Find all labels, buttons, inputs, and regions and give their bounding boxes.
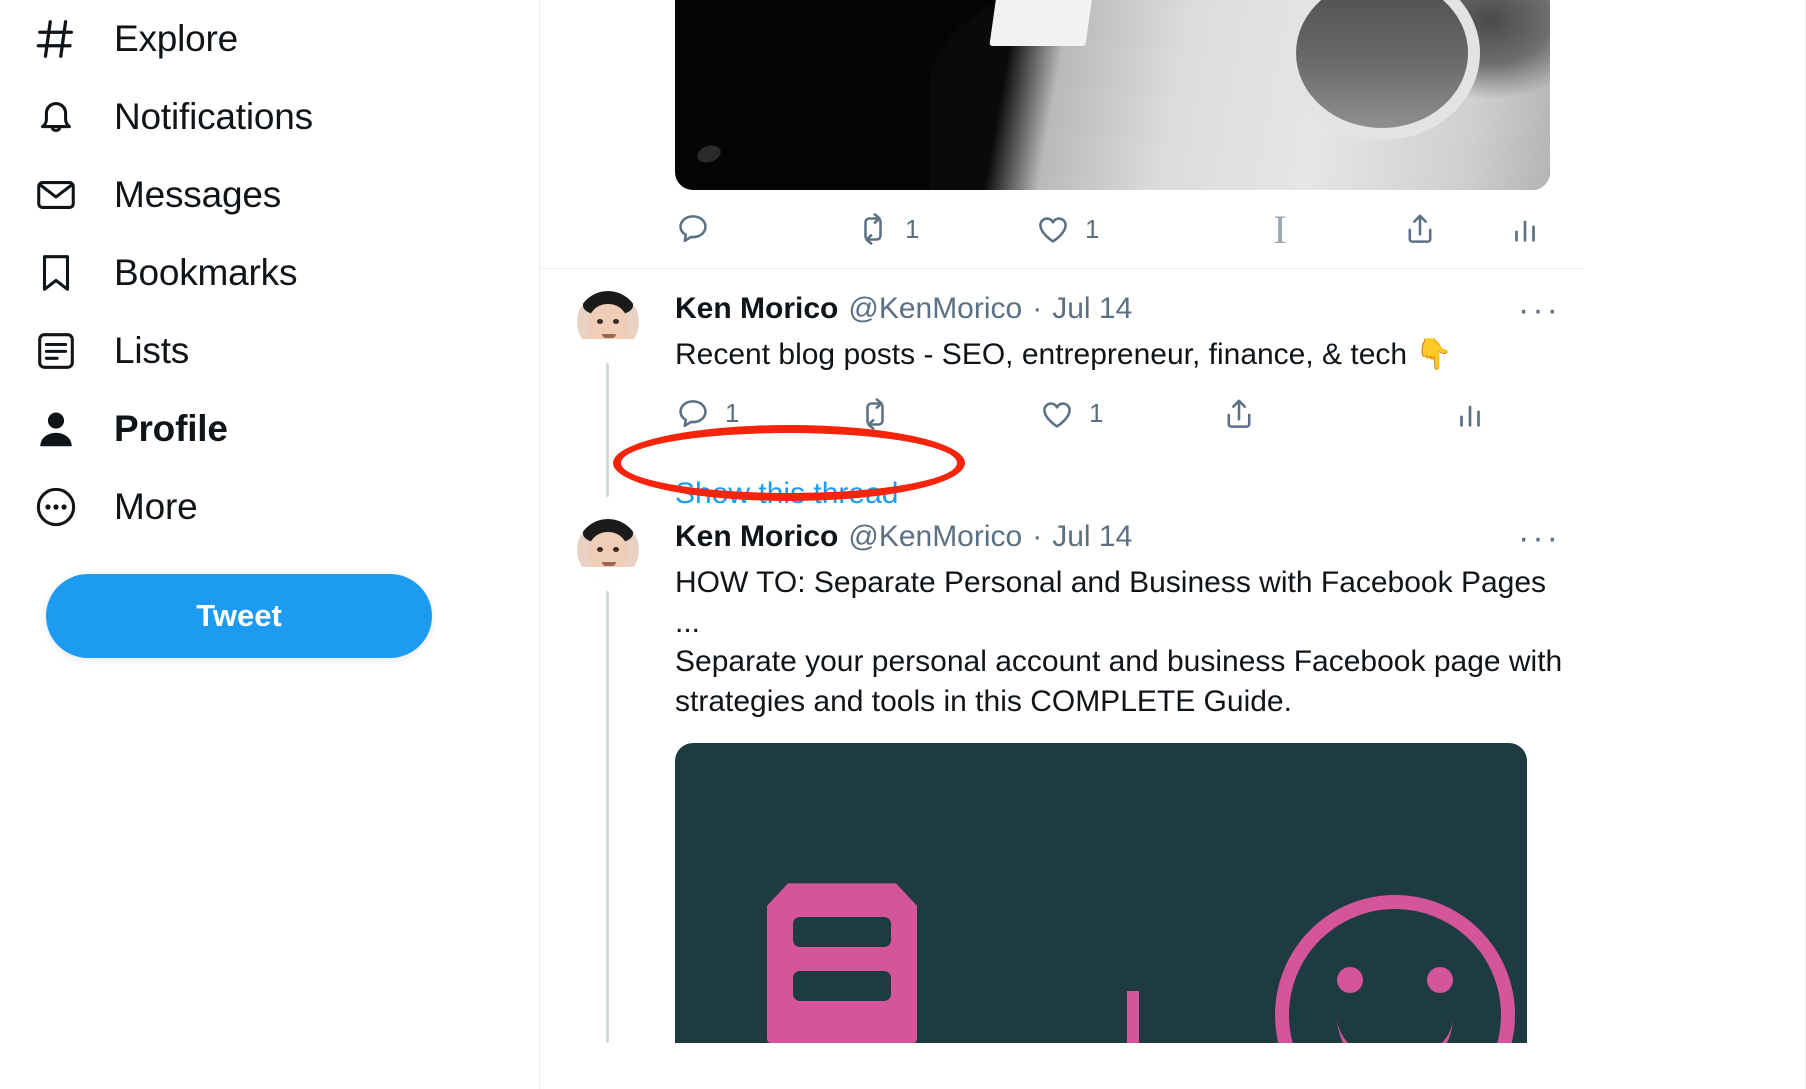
card-smiley-icon [1275, 895, 1515, 1044]
tweet-actions-partial: 1 1 I [675, 190, 1550, 268]
sidebar-item-label: Lists [114, 330, 190, 371]
person-icon [30, 403, 82, 455]
header-separator: · [1032, 292, 1043, 325]
like-count: 1 [1089, 398, 1104, 429]
hashtag-icon [30, 13, 82, 65]
sidebar-item-label: Explore [114, 18, 239, 59]
timeline-column: 1 1 I ··· Ken Morico @KenMorico · Jul 14… [540, 0, 1806, 1089]
reply-count: 1 [725, 398, 740, 429]
sidebar-item-notifications[interactable]: Notifications [30, 78, 539, 156]
photo-tag [989, 0, 1093, 46]
list-icon [30, 325, 82, 377]
card-document-icon [767, 883, 917, 1044]
envelope-icon [30, 169, 82, 221]
reply-action[interactable]: 1 [675, 396, 857, 432]
tweet-row[interactable]: ··· Ken Morico @KenMorico · Jul 14 HOW T… [540, 497, 1583, 1044]
tweet-button[interactable]: Tweet [46, 574, 432, 658]
ellipsis-circle-icon [30, 481, 82, 533]
tweet-text-line-3: Separate your personal account and busin… [675, 645, 1563, 679]
sidebar-item-lists[interactable]: Lists [30, 312, 539, 390]
sidebar-item-explore[interactable]: Explore [30, 0, 539, 78]
primary-sidebar: Explore Notifications Messages Bookmarks… [0, 0, 540, 1089]
tweet-more-button[interactable]: ··· [1518, 293, 1561, 327]
avatar[interactable] [576, 291, 639, 353]
tweet-date[interactable]: Jul 14 [1052, 291, 1132, 327]
photo-dot [695, 142, 723, 166]
sidebar-item-label: More [114, 486, 198, 527]
tweet-card-image[interactable] [675, 743, 1527, 1044]
bookmark-icon [30, 247, 82, 299]
bell-icon [30, 91, 82, 143]
author-name[interactable]: Ken Morico [675, 519, 838, 555]
tweet-body: ··· Ken Morico @KenMorico · Jul 14 Recen… [613, 291, 1583, 510]
sidebar-item-profile[interactable]: Profile [30, 390, 539, 468]
twitter-app: Explore Notifications Messages Bookmarks… [0, 0, 1806, 1089]
tweet-header: Ken Morico @KenMorico · Jul 14 [675, 519, 1563, 555]
like-action[interactable]: 1 [1039, 396, 1221, 432]
tweet-date[interactable]: Jul 14 [1052, 519, 1132, 555]
analytics-action[interactable] [1500, 212, 1550, 246]
text-cursor-icon: I [1220, 206, 1340, 253]
tweet-actions: 1 1 [675, 375, 1550, 453]
tweet-text-content: Recent blog posts - SEO, entrepreneur, f… [675, 338, 1416, 371]
thread-connector-line [606, 363, 609, 497]
tweet-gutter [540, 519, 675, 1044]
tweet-gutter [540, 291, 675, 497]
retweet-action[interactable] [857, 396, 1039, 432]
retweet-action[interactable]: 1 [855, 211, 1035, 247]
avatar[interactable] [576, 519, 639, 581]
author-handle[interactable]: @KenMorico [848, 291, 1022, 327]
author-name[interactable]: Ken Morico [675, 291, 838, 327]
tweet-more-button[interactable]: ··· [1518, 521, 1561, 555]
pointing-down-emoji: 👇 [1415, 338, 1453, 371]
tweet-text: Recent blog posts - SEO, entrepreneur, f… [675, 335, 1563, 375]
share-action[interactable] [1221, 396, 1389, 432]
sidebar-item-label: Bookmarks [114, 252, 298, 293]
header-separator: · [1032, 520, 1043, 553]
tweet-photo-partial[interactable] [675, 0, 1550, 190]
card-stem-graphic [1127, 991, 1139, 1044]
sidebar-item-label: Notifications [114, 96, 313, 137]
tweet-header: Ken Morico @KenMorico · Jul 14 [675, 291, 1563, 327]
cursor-glyph: I [1273, 206, 1287, 252]
reply-action[interactable] [675, 211, 855, 247]
tweet-text-line-2: ... [675, 605, 701, 639]
sidebar-item-more[interactable]: More [30, 468, 539, 546]
thread-connector-line [606, 591, 609, 1044]
share-action[interactable] [1340, 211, 1500, 247]
sidebar-item-bookmarks[interactable]: Bookmarks [30, 234, 539, 312]
sidebar-item-label: Messages [114, 174, 282, 215]
like-count: 1 [1085, 213, 1100, 244]
tweet-text-line-4: strategies and tools in this COMPLETE Gu… [675, 684, 1292, 718]
tweet-body: ··· Ken Morico @KenMorico · Jul 14 HOW T… [675, 519, 1583, 1044]
retweet-count: 1 [905, 213, 920, 244]
author-handle[interactable]: @KenMorico [848, 519, 1022, 555]
like-action[interactable]: 1 [1035, 211, 1220, 247]
tweet-text-line-1: HOW TO: Separate Personal and Business w… [675, 566, 1547, 599]
analytics-action[interactable] [1389, 397, 1550, 431]
sidebar-item-label: Profile [114, 408, 228, 449]
tweet-row[interactable]: ··· Ken Morico @KenMorico · Jul 14 Recen… [540, 269, 1583, 510]
sidebar-item-messages[interactable]: Messages [30, 156, 539, 234]
